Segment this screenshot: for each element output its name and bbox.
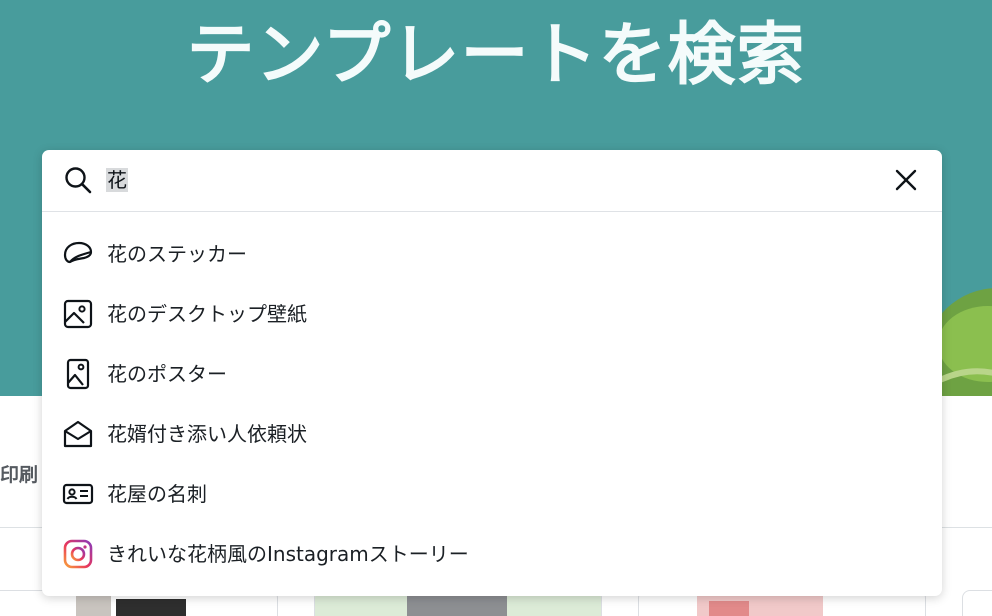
suggestion-label: きれいな花柄風のInstagramストーリー — [107, 542, 469, 566]
image-icon — [63, 299, 93, 329]
search-icon — [65, 167, 92, 194]
suggestion-label: 花のステッカー — [107, 242, 247, 266]
template-card[interactable] — [962, 590, 992, 616]
search-input[interactable]: 花 — [106, 166, 128, 194]
suggestion-item[interactable]: 花婿付き添い人依頼状 — [42, 408, 942, 460]
suggestion-item[interactable]: 花のステッカー — [42, 228, 942, 280]
sticker-icon — [63, 241, 93, 264]
search-bar[interactable]: 花 — [42, 150, 942, 212]
page: テンプレートを検索 印刷 花 花のステッカー 花のデスクトップ壁紙 花のポスター… — [0, 0, 992, 616]
business-card-icon — [62, 483, 94, 505]
search-query-text: 花 — [106, 168, 128, 192]
close-icon[interactable] — [892, 166, 920, 194]
suggestion-label: 花のポスター — [107, 362, 227, 386]
suggestion-item[interactable]: 花屋の名刺 — [42, 468, 942, 520]
envelope-icon — [63, 420, 93, 448]
category-label[interactable]: 印刷 — [0, 460, 38, 487]
hero-title: テンプレートを検索 — [186, 16, 806, 95]
suggestion-label: 花婿付き添い人依頼状 — [107, 422, 307, 446]
suggestion-item[interactable]: 花のポスター — [42, 348, 942, 400]
poster-icon — [66, 358, 90, 390]
suggestion-label: 花のデスクトップ壁紙 — [107, 302, 307, 326]
suggestion-label: 花屋の名刺 — [107, 482, 207, 506]
instagram-icon — [63, 539, 93, 569]
suggestion-item[interactable]: 花のデスクトップ壁紙 — [42, 288, 942, 340]
search-dropdown: 花 花のステッカー 花のデスクトップ壁紙 花のポスター 花婿付き添い人依頼状 花… — [42, 150, 942, 596]
suggestion-item[interactable]: きれいな花柄風のInstagramストーリー — [42, 528, 942, 580]
